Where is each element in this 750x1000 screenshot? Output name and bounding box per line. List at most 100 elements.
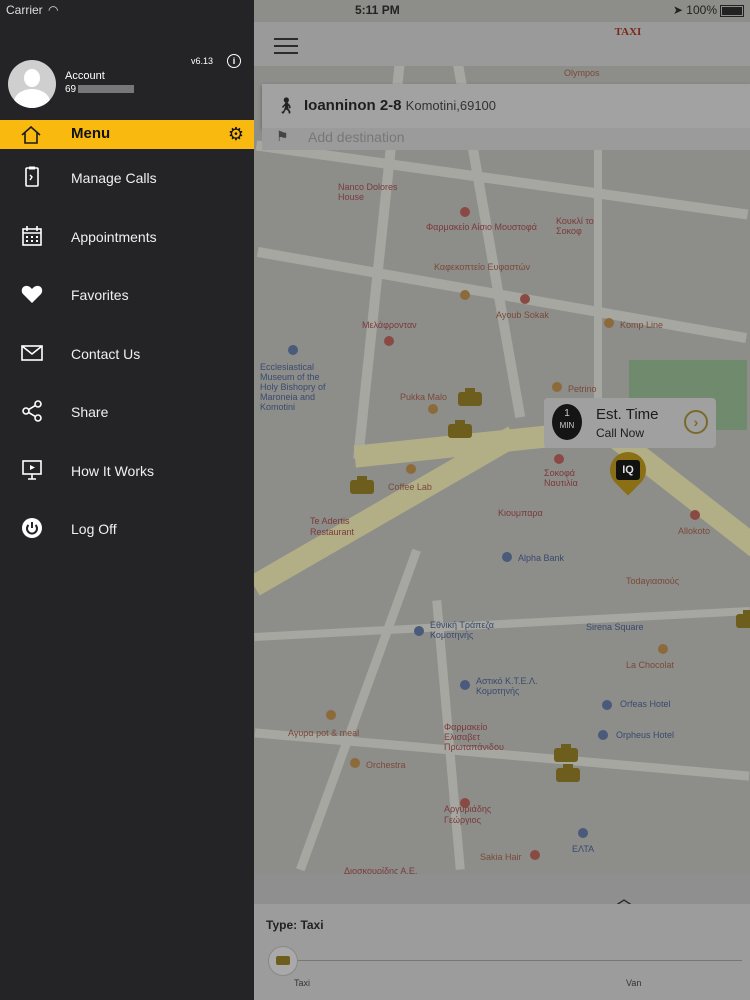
vehicle-type-slider[interactable]	[272, 960, 742, 961]
flag-icon: ⚑	[276, 128, 289, 144]
menu-item-log-off[interactable]: Log Off	[0, 504, 254, 554]
iq-logo-icon: IQ	[616, 460, 640, 480]
presentation-icon	[22, 460, 42, 480]
share-icon	[22, 400, 42, 422]
menu-item-label: Appointments	[71, 229, 157, 245]
calendar-icon	[22, 226, 42, 246]
eta-unit: MIN	[559, 421, 575, 430]
app-version: v6.13	[191, 56, 214, 66]
pickup-address-field[interactable]: 🚶︎ Ioanninon 2-8 Komotini,69100	[262, 84, 750, 128]
heart-icon	[21, 285, 43, 303]
poi-label: Te Adertis Restaurant	[310, 516, 355, 537]
eta-badge: 1 MIN	[552, 404, 582, 440]
info-icon[interactable]: i	[227, 54, 241, 68]
taxi-icon	[350, 476, 374, 494]
bank-marker	[502, 552, 512, 562]
destination-placeholder: Add destination	[308, 129, 405, 145]
slider-knob[interactable]	[268, 946, 298, 976]
destination-field[interactable]: ⚑ Add destination	[262, 128, 750, 150]
battery-percent: 100%	[686, 3, 717, 17]
status-bar: Carrier ◠ 5:11 PM ➤ 100%	[0, 0, 750, 22]
carrier-label: Carrier	[6, 3, 43, 17]
taxi-icon	[556, 764, 580, 782]
slider-option-van[interactable]: Van	[626, 978, 641, 988]
battery-icon	[720, 4, 744, 17]
museum-marker	[288, 345, 298, 355]
poi-label: Κουκλί το Σοκοφ	[556, 216, 594, 236]
est-time-title: Est. Time	[596, 406, 659, 423]
menu-item-share[interactable]: Share	[0, 387, 254, 437]
phone-clipboard-icon	[25, 166, 39, 187]
poi-label: Orfeas Hotel	[620, 699, 671, 709]
menu-item-contact-us[interactable]: Contact Us	[0, 329, 254, 379]
chevron-right-icon[interactable]: ›	[684, 410, 708, 434]
poi-label: Nanco Dolores House	[338, 182, 398, 202]
poi-label: Coffee Lab	[388, 482, 432, 492]
account-number-prefix: 69	[65, 84, 77, 95]
poi-label: Κιουμπαρα	[498, 508, 543, 518]
power-icon	[22, 518, 42, 538]
poi-label: Εθνική Τράπεζα Κομοτηνής	[430, 620, 494, 640]
wifi-icon: ◠	[48, 3, 59, 17]
slider-option-taxi[interactable]: Taxi	[294, 978, 310, 988]
avatar[interactable]	[8, 60, 56, 108]
menu-header: Menu ⚙	[0, 120, 254, 149]
poi-label: Todaγιασιούς	[626, 576, 680, 586]
taxi-logo: TAXI	[606, 26, 650, 60]
poi-marker	[460, 290, 470, 300]
location-arrow-icon: ➤	[672, 3, 683, 17]
taxi-icon	[448, 420, 472, 438]
est-time-card[interactable]: 1 MIN Est. Time Call Now ›	[544, 398, 716, 448]
map-road	[296, 548, 421, 872]
account-label[interactable]: Account	[65, 70, 105, 82]
poi-label: Ayoub Sokak	[496, 310, 549, 320]
post-office-marker	[578, 828, 588, 838]
menu-title: Menu	[71, 125, 111, 142]
menu-item-label: Manage Calls	[71, 170, 157, 186]
pickup-city: Komotini,69100	[405, 98, 497, 113]
hotel-marker	[602, 700, 612, 710]
poi-label: Μελάφρονταν	[362, 320, 417, 330]
map-road	[255, 140, 749, 220]
poi-label: Αγυρα pot & meal	[288, 728, 360, 738]
account-number: 69	[65, 84, 135, 95]
menu-item-appointments[interactable]: Appointments	[0, 212, 254, 262]
eta-minutes: 1	[564, 408, 570, 419]
poi-label: Φαρμακείο Αίσιο Μουστοφά	[426, 222, 537, 232]
poi-label: Sakia Hair	[480, 852, 522, 862]
pickup-street: Ioanninon 2-8	[304, 97, 402, 114]
bus-marker	[460, 680, 470, 690]
hamburger-menu-icon[interactable]	[274, 38, 298, 54]
menu-item-label: Favorites	[71, 287, 129, 303]
poi-marker	[554, 454, 564, 464]
poi-marker	[552, 382, 562, 392]
bank-marker	[414, 626, 424, 636]
map-road	[594, 150, 602, 400]
poi-marker	[460, 207, 470, 217]
top-bar: TAXI	[254, 22, 750, 66]
poi-label: Olympos	[564, 68, 600, 78]
poi-label: Allokoto	[678, 526, 711, 536]
call-now-label: Call Now	[596, 426, 645, 440]
home-icon[interactable]	[20, 125, 42, 145]
taxi-icon	[736, 610, 750, 628]
menu-item-label: Contact Us	[71, 346, 141, 362]
poi-label: Αργυριάδης Γεώργιος	[444, 804, 492, 825]
menu-item-manage-calls[interactable]: Manage Calls	[0, 153, 254, 203]
poi-marker	[428, 404, 438, 414]
menu-item-favorites[interactable]: Favorites	[0, 270, 254, 320]
person-pin-icon: 🚶︎	[276, 98, 297, 115]
poi-marker	[658, 644, 668, 654]
poi-label: Pukka Malo	[400, 392, 448, 402]
poi-label: Orchestra	[366, 760, 406, 770]
gear-icon[interactable]: ⚙	[226, 124, 246, 144]
menu-item-how-it-works[interactable]: How It Works	[0, 446, 254, 496]
logo-text: TAXI	[614, 26, 642, 38]
poi-marker	[690, 510, 700, 520]
pickup-address: Ioanninon 2-8 Komotini,69100	[304, 97, 496, 114]
poi-label: ΕΛΤΑ	[572, 844, 595, 854]
poi-label: Φαρμακείο Ελισαβετ Πρωταπάνιδου	[444, 722, 504, 752]
map-view[interactable]: Φαρμακείο Αίσιο Μουστοφά Καφεκοπτείο Ευφ…	[254, 0, 750, 1000]
poi-label: Ecclesiastical Museum of the Holy Bishop…	[260, 362, 326, 412]
vehicle-type-panel: Type: Taxi Taxi Van	[254, 904, 750, 1000]
